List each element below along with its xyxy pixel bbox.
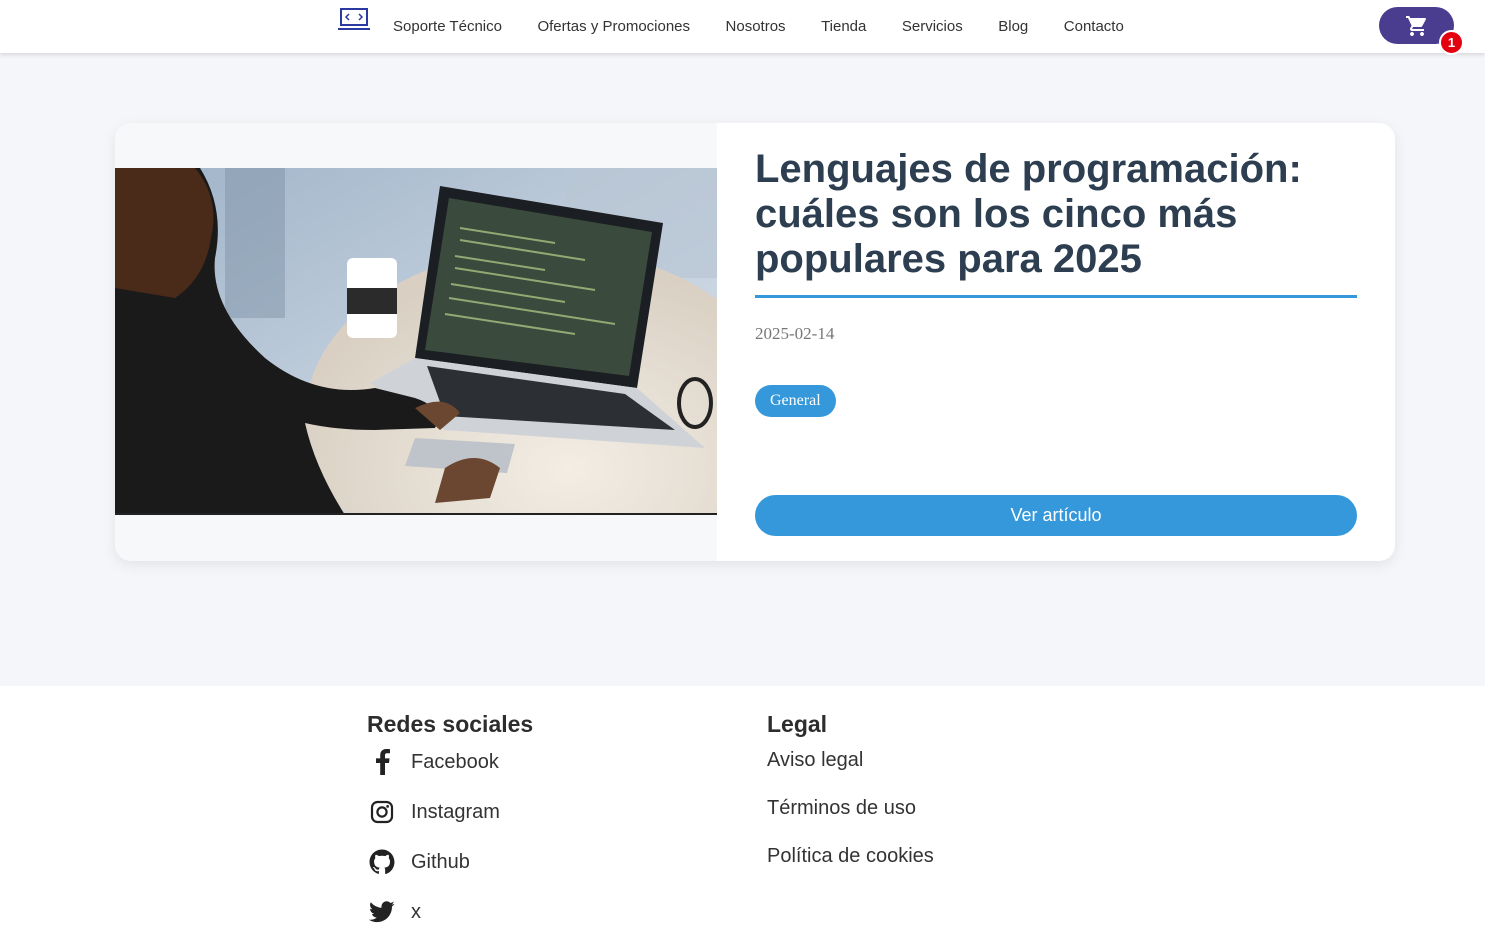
logo-icon[interactable]	[338, 7, 370, 33]
top-navbar: Soporte Técnico Ofertas y Promociones No…	[0, 0, 1485, 55]
social-label: Instagram	[411, 800, 500, 823]
nav-nosotros[interactable]: Nosotros	[726, 18, 786, 35]
nav-servicios[interactable]: Servicios	[902, 18, 963, 35]
instagram-icon	[367, 797, 397, 827]
nav-soporte-tecnico[interactable]: Soporte Técnico	[393, 18, 502, 35]
post-title[interactable]: Lenguajes de programación: cuáles son lo…	[755, 147, 1357, 282]
twitter-icon	[367, 897, 397, 927]
nav-tienda[interactable]: Tienda	[821, 18, 866, 35]
social-link-instagram[interactable]: Instagram	[367, 797, 500, 827]
read-article-button[interactable]: Ver artículo	[755, 495, 1357, 536]
category-tag[interactable]: General	[755, 385, 836, 417]
blog-post-card: Lenguajes de programación: cuáles son lo…	[115, 123, 1395, 561]
post-date: 2025-02-14	[755, 324, 835, 343]
facebook-icon	[367, 747, 397, 777]
post-content: Lenguajes de programación: cuáles son lo…	[755, 123, 1357, 561]
legal-link-aviso[interactable]: Aviso legal	[767, 749, 863, 772]
social-link-x[interactable]: x	[367, 897, 421, 927]
post-photo[interactable]	[115, 168, 717, 515]
legal-link-terminos[interactable]: Términos de uso	[767, 797, 916, 820]
social-heading: Redes sociales	[367, 711, 534, 737]
legal-heading: Legal	[767, 711, 828, 737]
cart-count-badge: 1	[1439, 30, 1464, 55]
social-label: x	[411, 900, 421, 923]
title-divider	[755, 295, 1357, 298]
social-link-github[interactable]: Github	[367, 847, 470, 877]
nav-contacto[interactable]: Contacto	[1064, 18, 1124, 35]
social-label: Github	[411, 850, 470, 873]
social-link-facebook[interactable]: Facebook	[367, 747, 499, 777]
main-nav: Soporte Técnico Ofertas y Promociones No…	[393, 0, 1159, 53]
site-footer: Redes sociales Facebook Instagram Github…	[0, 686, 1485, 927]
nav-ofertas[interactable]: Ofertas y Promociones	[537, 18, 690, 35]
post-image-area	[115, 123, 717, 561]
shopping-cart-icon	[1405, 15, 1426, 36]
nav-blog[interactable]: Blog	[998, 18, 1028, 35]
github-icon	[367, 847, 397, 877]
social-label: Facebook	[411, 750, 499, 773]
legal-link-cookies[interactable]: Política de cookies	[767, 845, 934, 868]
